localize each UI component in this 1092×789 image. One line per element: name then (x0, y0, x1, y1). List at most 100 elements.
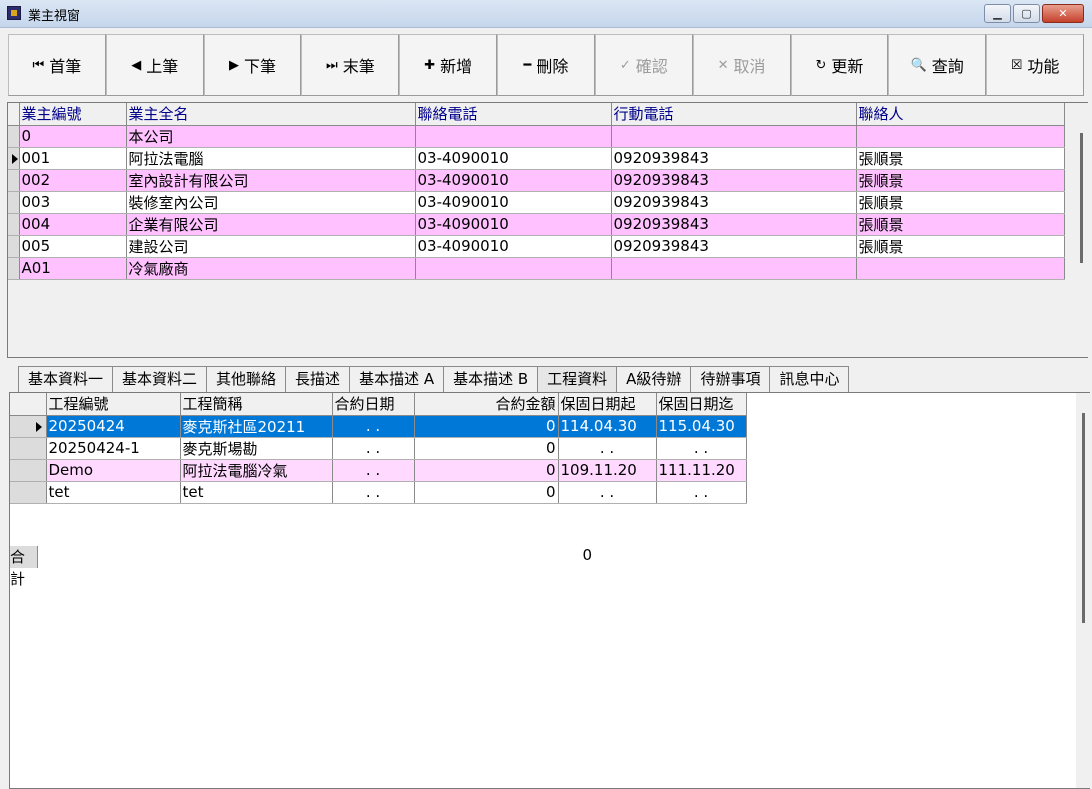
cancel-button[interactable]: ✕ 取消 (692, 34, 791, 96)
warranty-end[interactable]: . . (656, 481, 747, 504)
close-button[interactable]: ✕ (1042, 4, 1084, 23)
owner-phone[interactable] (415, 257, 612, 280)
owner-id[interactable]: 0 (19, 125, 127, 148)
col-warranty-end[interactable]: 保固日期迄 (656, 393, 747, 416)
contract-date[interactable]: . . (332, 415, 415, 438)
owner-name[interactable]: 冷氣廠商 (126, 257, 416, 280)
warranty-start[interactable]: . . (558, 481, 657, 504)
project-name[interactable]: tet (180, 481, 333, 504)
owner-name[interactable]: 室內設計有限公司 (126, 169, 416, 192)
warranty-end[interactable]: . . (656, 437, 747, 460)
warranty-start[interactable]: 109.11.20 (558, 459, 657, 482)
owner-id[interactable]: 004 (19, 213, 127, 236)
tab-project-data[interactable]: 工程資料 (537, 366, 618, 392)
col-mobile[interactable]: 行動電話 (611, 103, 857, 126)
table-row[interactable]: 0 本公司 (8, 125, 1065, 148)
contract-amount[interactable]: 0 (414, 459, 559, 482)
tab-basic-info-2[interactable]: 基本資料二 (112, 366, 208, 392)
owner-contact[interactable] (856, 125, 1065, 148)
scrollbar-thumb[interactable] (1082, 413, 1085, 623)
owner-mobile[interactable] (611, 257, 857, 280)
col-project-name[interactable]: 工程簡稱 (180, 393, 333, 416)
table-row[interactable]: tet tet . . 0 . . . . (10, 481, 747, 504)
refresh-button[interactable]: ↻ 更新 (790, 34, 889, 96)
owner-name[interactable]: 本公司 (126, 125, 416, 148)
col-phone[interactable]: 聯絡電話 (415, 103, 612, 126)
warranty-start[interactable]: . . (558, 437, 657, 460)
next-record-button[interactable]: ▶ 下筆 (203, 34, 302, 96)
project-id[interactable]: 20250424-1 (46, 437, 181, 460)
row-indicator[interactable] (8, 125, 20, 148)
owner-mobile[interactable] (611, 125, 857, 148)
col-contract-date[interactable]: 合約日期 (332, 393, 415, 416)
owner-mobile[interactable]: 0920939843 (611, 191, 857, 214)
owner-mobile[interactable]: 0920939843 (611, 169, 857, 192)
table-row[interactable]: Demo 阿拉法電腦冷氣 . . 0 109.11.20 111.11.20 (10, 459, 747, 482)
row-indicator[interactable] (10, 415, 47, 438)
table-row[interactable]: 004 企業有限公司 03-4090010 0920939843 張順景 (8, 213, 1065, 236)
table-row[interactable]: 003 裝修室內公司 03-4090010 0920939843 張順景 (8, 191, 1065, 214)
owner-contact[interactable]: 張順景 (856, 235, 1065, 258)
tab-todo-items[interactable]: 待辦事項 (690, 366, 771, 392)
tab-a-level-todo[interactable]: A級待辦 (616, 366, 692, 392)
tab-other-contacts[interactable]: 其他聯絡 (206, 366, 287, 392)
contract-amount[interactable]: 0 (414, 415, 559, 438)
project-name[interactable]: 阿拉法電腦冷氣 (180, 459, 333, 482)
query-button[interactable]: 🔍 查詢 (888, 34, 987, 96)
contract-date[interactable]: . . (332, 481, 415, 504)
col-owner-id[interactable]: 業主編號 (19, 103, 127, 126)
tab-description-a[interactable]: 基本描述 A (349, 366, 445, 392)
owner-contact[interactable] (856, 257, 1065, 280)
project-id[interactable]: 20250424 (46, 415, 181, 438)
owner-mobile[interactable]: 0920939843 (611, 235, 857, 258)
owner-mobile[interactable]: 0920939843 (611, 213, 857, 236)
warranty-end[interactable]: 115.04.30 (656, 415, 747, 438)
owner-mobile[interactable]: 0920939843 (611, 147, 857, 170)
col-contract-amount[interactable]: 合約金額 (414, 393, 559, 416)
tab-message-center[interactable]: 訊息中心 (769, 366, 850, 392)
contract-date[interactable]: . . (332, 459, 415, 482)
row-indicator[interactable] (10, 437, 47, 460)
tab-description-b[interactable]: 基本描述 B (443, 366, 539, 392)
row-indicator[interactable] (8, 191, 20, 214)
owner-id[interactable]: 003 (19, 191, 127, 214)
contract-amount[interactable]: 0 (414, 437, 559, 460)
table-row[interactable]: 002 室內設計有限公司 03-4090010 0920939843 張順景 (8, 169, 1065, 192)
confirm-button[interactable]: ✓ 確認 (594, 34, 693, 96)
owner-phone[interactable]: 03-4090010 (415, 235, 612, 258)
project-name[interactable]: 麥克斯社區20211 (180, 415, 333, 438)
owner-name[interactable]: 建設公司 (126, 235, 416, 258)
row-indicator[interactable] (8, 257, 20, 280)
col-warranty-start[interactable]: 保固日期起 (558, 393, 657, 416)
delete-button[interactable]: ━ 刪除 (497, 34, 595, 96)
contract-amount[interactable]: 0 (414, 481, 559, 504)
projects-scrollbar[interactable] (1076, 393, 1090, 788)
owner-name[interactable]: 裝修室內公司 (126, 191, 416, 214)
table-row[interactable]: 001 阿拉法電腦 03-4090010 0920939843 張順景 (8, 147, 1065, 170)
owner-contact[interactable]: 張順景 (856, 169, 1065, 192)
warranty-end[interactable]: 111.11.20 (656, 459, 747, 482)
row-indicator[interactable] (10, 459, 47, 482)
owner-id[interactable]: A01 (19, 257, 127, 280)
owner-phone[interactable]: 03-4090010 (415, 191, 612, 214)
owner-phone[interactable] (415, 125, 612, 148)
col-contact[interactable]: 聯絡人 (856, 103, 1065, 126)
minimize-button[interactable]: ▁ (984, 4, 1011, 23)
row-indicator[interactable] (8, 213, 20, 236)
owner-phone[interactable]: 03-4090010 (415, 213, 612, 236)
owner-id[interactable]: 001 (19, 147, 127, 170)
warranty-start[interactable]: 114.04.30 (558, 415, 657, 438)
add-button[interactable]: ✚ 新增 (399, 34, 498, 96)
row-indicator[interactable] (8, 147, 20, 170)
last-record-button[interactable]: ⏭ 末筆 (301, 34, 400, 96)
owner-phone[interactable]: 03-4090010 (415, 147, 612, 170)
project-name[interactable]: 麥克斯場勘 (180, 437, 333, 460)
tab-basic-info-1[interactable]: 基本資料一 (18, 366, 114, 392)
table-row[interactable]: 20250424-1 麥克斯場勘 . . 0 . . . . (10, 437, 747, 460)
row-indicator[interactable] (8, 169, 20, 192)
function-button[interactable]: ☒ 功能 (986, 34, 1084, 96)
owner-id[interactable]: 002 (19, 169, 127, 192)
owner-name[interactable]: 企業有限公司 (126, 213, 416, 236)
scrollbar-thumb[interactable] (1080, 133, 1083, 263)
owners-scrollbar[interactable] (1077, 103, 1089, 357)
